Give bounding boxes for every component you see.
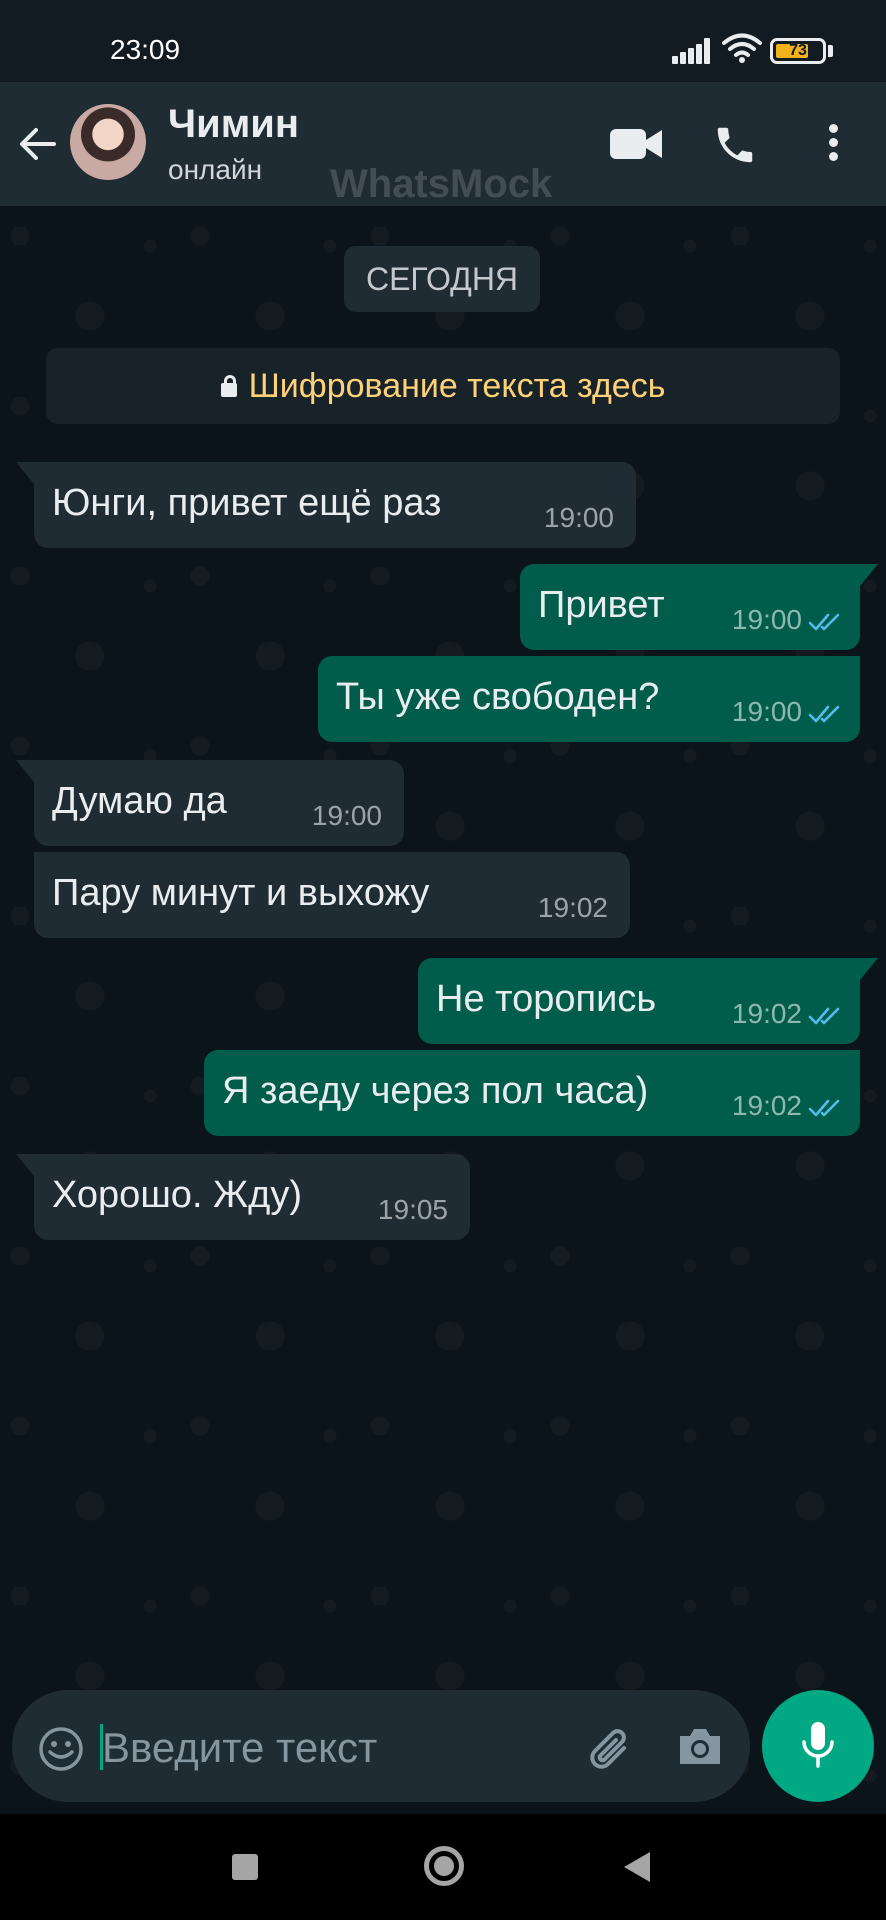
- message-text: Ты уже свободен?: [336, 676, 660, 718]
- message-bubble-outgoing[interactable]: Я заеду через пол часа) 19:02: [204, 1050, 860, 1136]
- message-text: Думаю да: [52, 780, 227, 822]
- message-bubble-incoming[interactable]: Думаю да 19:00: [16, 760, 404, 846]
- wifi-icon: [722, 33, 762, 63]
- chat-header: Чимин онлайн WhatsMock: [0, 82, 886, 206]
- attach-icon[interactable]: [584, 1724, 636, 1776]
- contact-status: онлайн: [168, 154, 263, 185]
- more-options-icon[interactable]: [826, 124, 840, 164]
- message-time: 19:02: [537, 892, 608, 923]
- battery-icon: 73: [770, 38, 826, 64]
- read-receipt-icon: [808, 1007, 840, 1025]
- contact-name[interactable]: Чимин: [168, 102, 299, 147]
- message-time: 19:05: [377, 1194, 448, 1225]
- phone-icon[interactable]: [712, 122, 758, 168]
- mic-icon: [802, 1722, 834, 1768]
- read-receipt-icon: [808, 613, 840, 631]
- recents-button[interactable]: [232, 1854, 258, 1880]
- status-time: 23:09: [110, 34, 181, 65]
- emoji-icon[interactable]: [38, 1726, 84, 1772]
- back-button[interactable]: [624, 1852, 650, 1882]
- encryption-text: Шифрование текста здесь: [248, 367, 666, 405]
- battery-level: 73: [789, 42, 807, 59]
- back-arrow-icon[interactable]: [18, 124, 58, 164]
- read-receipt-icon: [808, 705, 840, 723]
- message-text: Я заеду через пол часа): [222, 1070, 649, 1112]
- message-text: Привет: [538, 584, 665, 626]
- message-bubble-outgoing[interactable]: Не торопись 19:02: [418, 958, 878, 1044]
- message-bubble-outgoing[interactable]: Привет 19:00: [520, 564, 878, 650]
- message-text: Хорошо. Жду): [52, 1174, 302, 1216]
- watermark: WhatsMock: [330, 162, 553, 206]
- voice-message-button[interactable]: [762, 1690, 874, 1802]
- home-button[interactable]: [424, 1846, 464, 1886]
- video-call-icon[interactable]: [608, 126, 664, 162]
- message-bubble-incoming[interactable]: Юнги, привет ещё раз 19:00: [16, 462, 636, 548]
- message-text: Не торопись: [436, 978, 657, 1020]
- encryption-notice[interactable]: Шифрование текста здесь: [46, 348, 840, 424]
- message-time: 19:02: [731, 998, 802, 1029]
- message-time: 19:00: [731, 604, 802, 635]
- message-time: 19:00: [731, 696, 802, 727]
- message-time: 19:00: [311, 800, 382, 831]
- message-bubble-incoming[interactable]: Хорошо. Жду) 19:05: [16, 1154, 470, 1240]
- message-bubble-outgoing[interactable]: Ты уже свободен? 19:00: [318, 656, 860, 742]
- message-time: 19:02: [731, 1090, 802, 1121]
- read-receipt-icon: [808, 1099, 840, 1117]
- message-text: Юнги, привет ещё раз: [52, 482, 442, 524]
- system-navigation-bar: [0, 1814, 886, 1920]
- message-composer[interactable]: Введите текст: [12, 1690, 750, 1802]
- message-time: 19:00: [543, 502, 614, 533]
- battery-tip: [828, 45, 833, 57]
- chat-area[interactable]: СЕГОДНЯ Шифрование текста здесь Юнги, пр…: [0, 206, 886, 1814]
- date-divider: СЕГОДНЯ: [344, 246, 540, 312]
- lock-icon: [220, 375, 237, 397]
- avatar[interactable]: [70, 104, 146, 180]
- message-text: Пару минут и выхожу: [52, 872, 430, 914]
- message-bubble-incoming[interactable]: Пару минут и выхожу 19:02: [34, 852, 630, 938]
- camera-icon[interactable]: [676, 1726, 724, 1768]
- cellular-signal-icon: [672, 36, 712, 64]
- status-bar: 23:09 73: [0, 0, 886, 82]
- message-input[interactable]: Введите текст: [102, 1724, 377, 1772]
